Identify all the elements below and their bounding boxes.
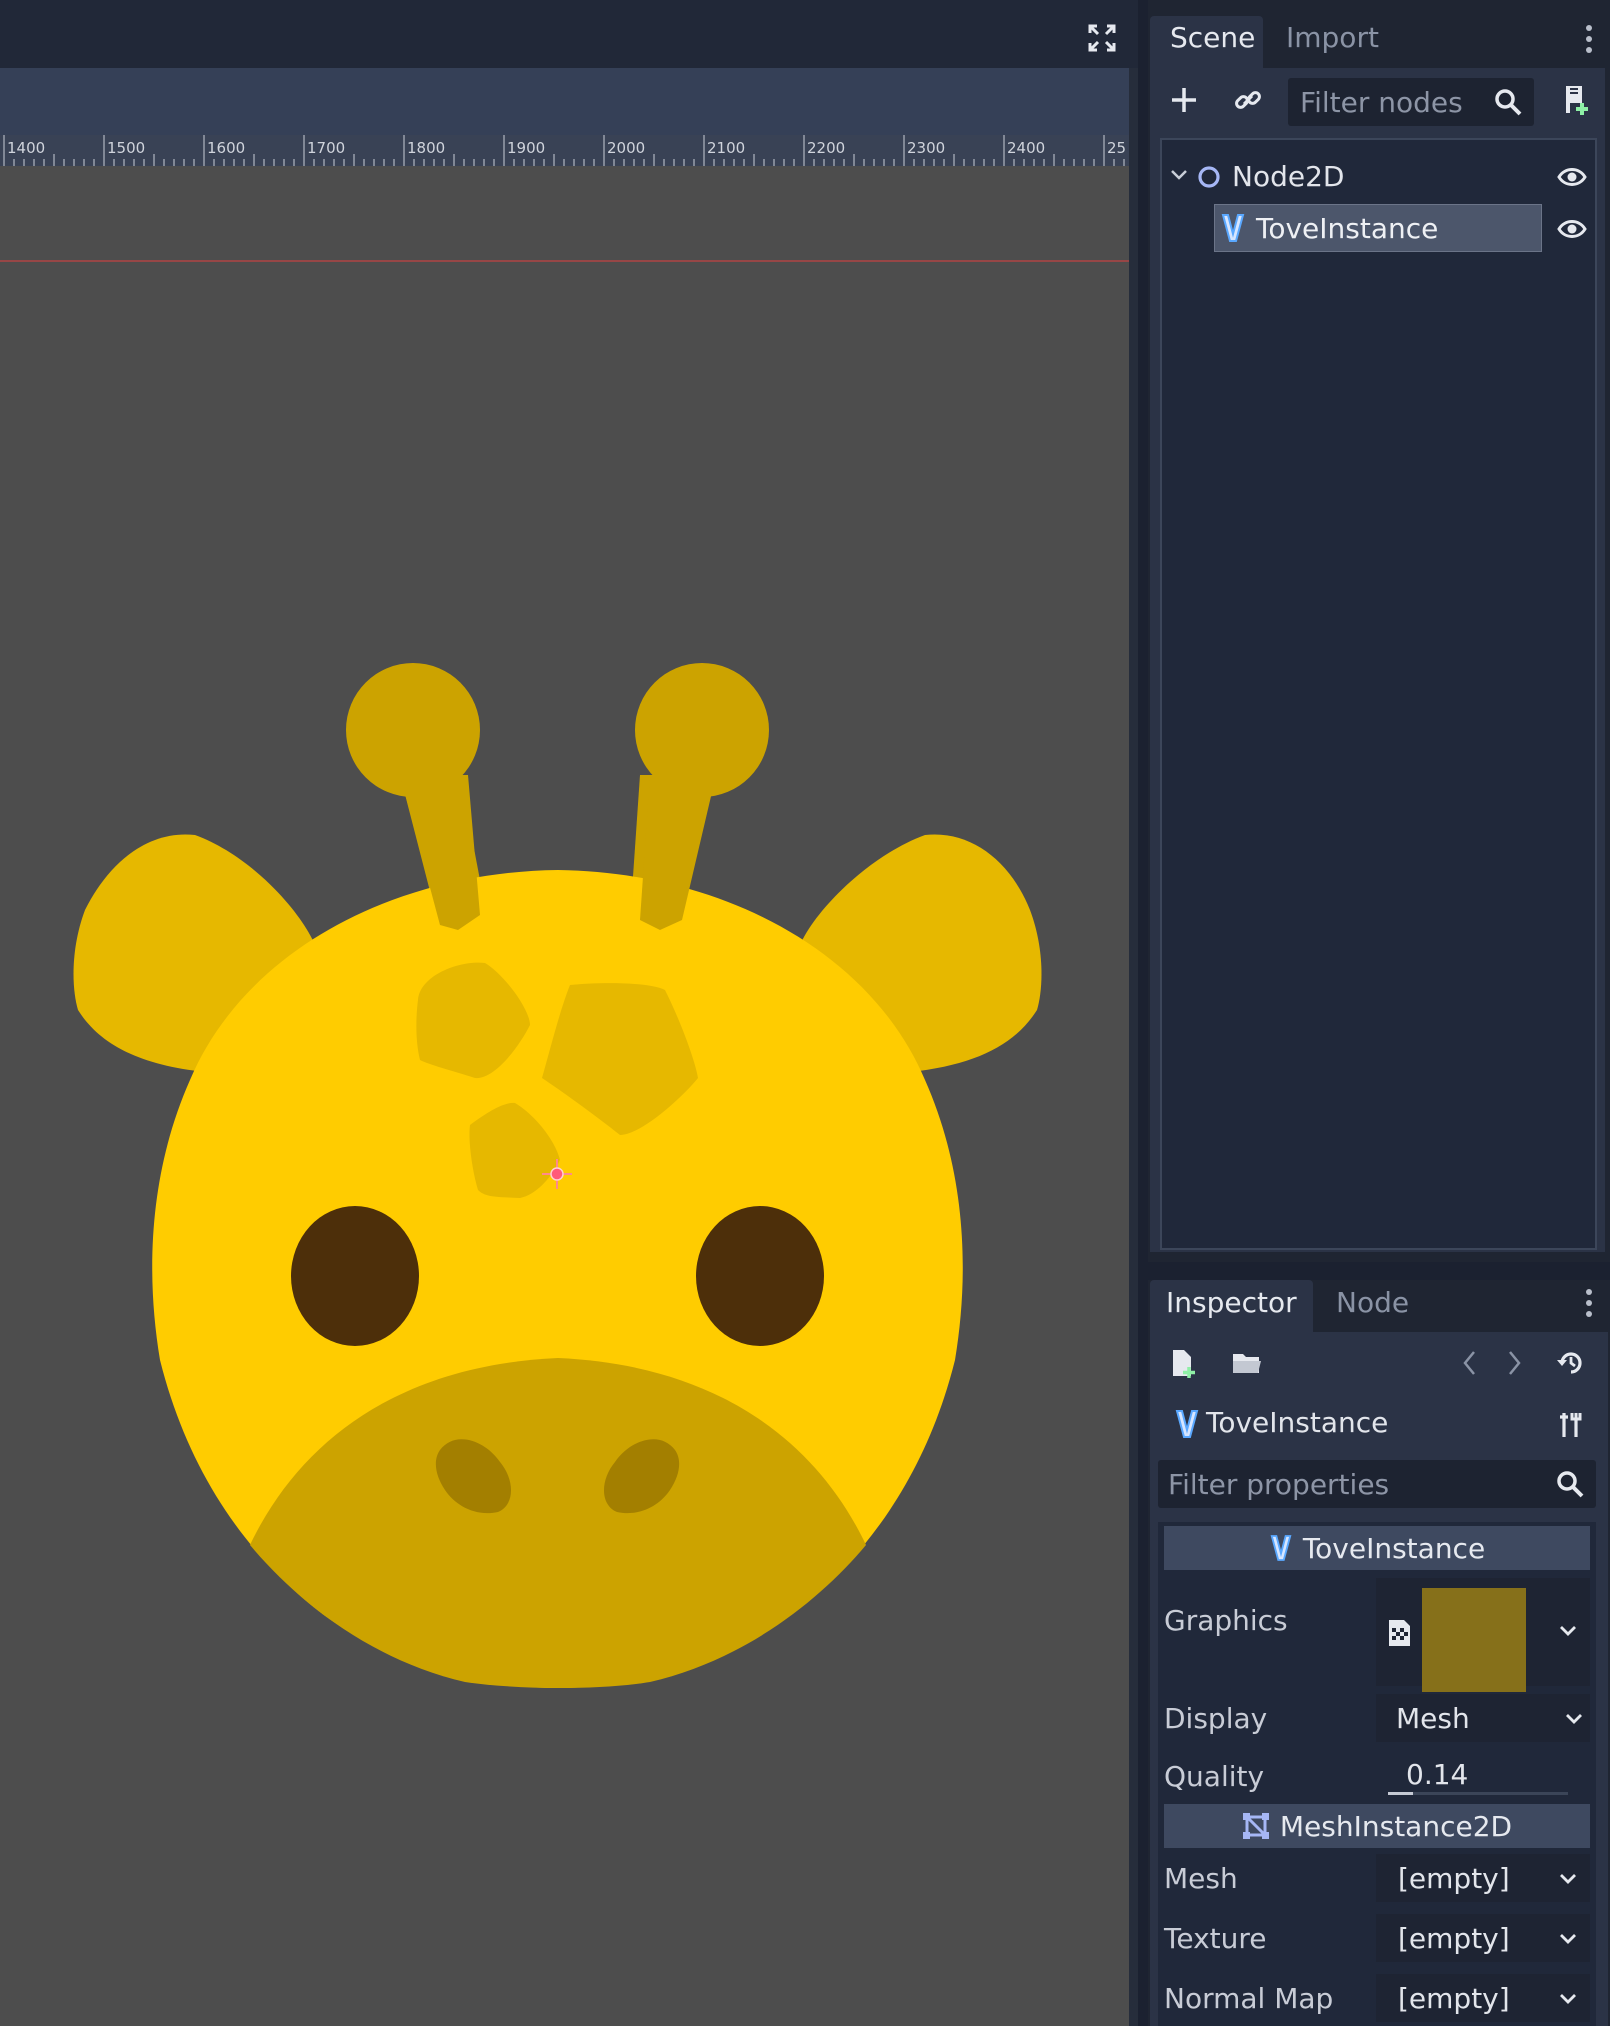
collapse-arrow-icon[interactable] (1170, 168, 1188, 182)
chevron-down-icon[interactable] (1558, 1624, 1578, 1638)
tree-item-toveinstance[interactable]: ToveInstance (1162, 202, 1595, 254)
plus-icon[interactable] (1166, 82, 1202, 118)
new-resource-icon[interactable] (1166, 1346, 1200, 1380)
tab-inspector[interactable]: Inspector (1150, 1280, 1313, 1332)
section-meshinstance2d-title: MeshInstance2D (1279, 1809, 1513, 1843)
tove-v-icon (1221, 214, 1245, 242)
chevron-down-icon (1566, 1714, 1582, 1724)
search-icon (1554, 1468, 1586, 1500)
filter-nodes-placeholder: Filter nodes (1300, 86, 1463, 119)
ruler-tick-label: 1900 (507, 139, 546, 157)
dock-horizontal-splitter[interactable] (1148, 1262, 1610, 1280)
eye-icon[interactable] (1557, 216, 1587, 242)
ruler-tick-label: 1600 (207, 139, 246, 157)
inspector-dock-menu-icon[interactable] (1586, 1289, 1592, 1322)
prop-mesh-text: [empty] (1398, 1862, 1510, 1895)
tab-node[interactable]: Node (1324, 1280, 1424, 1332)
ruler-tick-label: 1500 (107, 139, 146, 157)
prop-normal-map-value[interactable]: [empty] (1376, 1974, 1590, 2022)
ruler-tick-label: 2100 (707, 139, 746, 157)
section-toveinstance[interactable]: ToveInstance (1164, 1526, 1590, 1570)
filter-properties-placeholder: Filter properties (1168, 1468, 1390, 1501)
chevron-down-icon (1560, 1874, 1576, 1884)
quality-slider-fill (1388, 1792, 1414, 1795)
dock-splitter[interactable] (1138, 0, 1148, 2026)
quality-slider-track[interactable] (1388, 1792, 1568, 1795)
prop-normal-map-label: Normal Map (1164, 1982, 1334, 2015)
node2d-circle-icon (1198, 166, 1220, 188)
inspector-body: ToveInstance Filter properties ToveInsta… (1150, 1332, 1608, 2026)
graphics-preview-swatch (1422, 1588, 1526, 1692)
tove-v-icon (1270, 1535, 1292, 1561)
filter-properties-field[interactable]: Filter properties (1158, 1460, 1596, 1508)
section-toveinstance-title: ToveInstance (1302, 1531, 1486, 1565)
left-eye (291, 1206, 419, 1346)
tab-node-label: Node (1336, 1286, 1410, 1319)
tab-inspector-label: Inspector (1166, 1286, 1297, 1319)
prop-normal-map-text: [empty] (1398, 1982, 1510, 2015)
right-eye (696, 1206, 824, 1346)
prop-display-label: Display (1164, 1702, 1268, 1735)
ruler-tick-label: 2000 (607, 139, 646, 157)
resource-type-icon (1389, 1620, 1410, 1646)
scene-dock: Scene Import Filter nodes Node2D ToveIns… (1148, 0, 1610, 1262)
chevron-down-icon (1560, 1934, 1576, 1944)
viewport-border (1129, 68, 1138, 2026)
ruler-tick-label: 2400 (1007, 139, 1046, 157)
ruler-tick-label: 2200 (807, 139, 846, 157)
horizontal-ruler: 1400 1500 1600 1700 1800 1900 2000 2100 2200 2300… (0, 135, 1129, 166)
inspector-dock: Inspector Node ToveInstance Filter prope… (1148, 1280, 1610, 2026)
mesh-instance-icon (1242, 1813, 1269, 1839)
tab-import[interactable]: Import (1274, 16, 1394, 68)
folder-icon[interactable] (1230, 1346, 1264, 1380)
tab-import-label: Import (1286, 21, 1379, 54)
tab-scene-label: Scene (1170, 21, 1256, 54)
prop-quality-value[interactable]: 0.14 (1376, 1750, 1590, 1798)
ruler-tick-label: 25 (1107, 139, 1127, 157)
tree-item-toveinstance-label: ToveInstance (1256, 212, 1439, 245)
tree-item-node2d[interactable]: Node2D (1162, 154, 1595, 198)
prop-display-value[interactable]: Mesh (1376, 1694, 1590, 1742)
prop-mesh-label: Mesh (1164, 1862, 1238, 1895)
ruler-ticks (3, 135, 1125, 166)
tove-v-icon (1175, 1410, 1199, 1438)
ruler-tick-label: 1400 (7, 139, 46, 157)
search-icon (1492, 86, 1524, 118)
add-script-icon[interactable] (1558, 82, 1594, 118)
scene-tree: Node2D ToveInstance (1160, 138, 1597, 1250)
prop-texture-label: Texture (1164, 1922, 1267, 1955)
prop-quality-text: 0.14 (1406, 1758, 1469, 1791)
prop-display-text: Mesh (1396, 1702, 1470, 1735)
giraffe-drawing (0, 260, 1129, 1688)
history-icon[interactable] (1554, 1346, 1588, 1380)
tools-icon[interactable] (1556, 1408, 1586, 1442)
viewport-toolbar (0, 68, 1129, 135)
tree-item-node2d-label: Node2D (1232, 160, 1345, 193)
chevron-right-icon[interactable] (1500, 1346, 1530, 1380)
prop-mesh-value[interactable]: [empty] (1376, 1854, 1590, 1902)
scene-dock-body: Filter nodes Node2D ToveInstance (1150, 68, 1605, 1252)
scene-dock-menu-icon[interactable] (1586, 25, 1592, 58)
link-icon[interactable] (1230, 82, 1266, 118)
ruler-tick-label: 1700 (307, 139, 346, 157)
chevron-left-icon[interactable] (1454, 1346, 1484, 1380)
prop-graphics-label: Graphics (1164, 1604, 1288, 1637)
section-meshinstance2d[interactable]: MeshInstance2D (1164, 1804, 1590, 1848)
prop-quality-label: Quality (1164, 1760, 1265, 1793)
prop-texture-text: [empty] (1398, 1922, 1510, 1955)
tab-scene[interactable]: Scene (1150, 16, 1263, 68)
ruler-tick-label: 1800 (407, 139, 446, 157)
inspected-object-name: ToveInstance (1206, 1406, 1389, 1439)
ruler-tick-label: 2300 (907, 139, 946, 157)
filter-nodes-field[interactable]: Filter nodes (1288, 78, 1534, 126)
chevron-down-icon (1560, 1994, 1576, 2004)
prop-texture-value[interactable]: [empty] (1376, 1914, 1590, 1962)
prop-graphics-value[interactable] (1376, 1578, 1590, 1692)
2d-canvas[interactable] (0, 166, 1129, 2026)
property-list: ToveInstance Graphics Display Mesh Quali… (1158, 1522, 1596, 2026)
eye-icon[interactable] (1557, 164, 1587, 190)
editor-top-bar (0, 0, 1138, 68)
fullscreen-icon[interactable] (1086, 22, 1118, 54)
